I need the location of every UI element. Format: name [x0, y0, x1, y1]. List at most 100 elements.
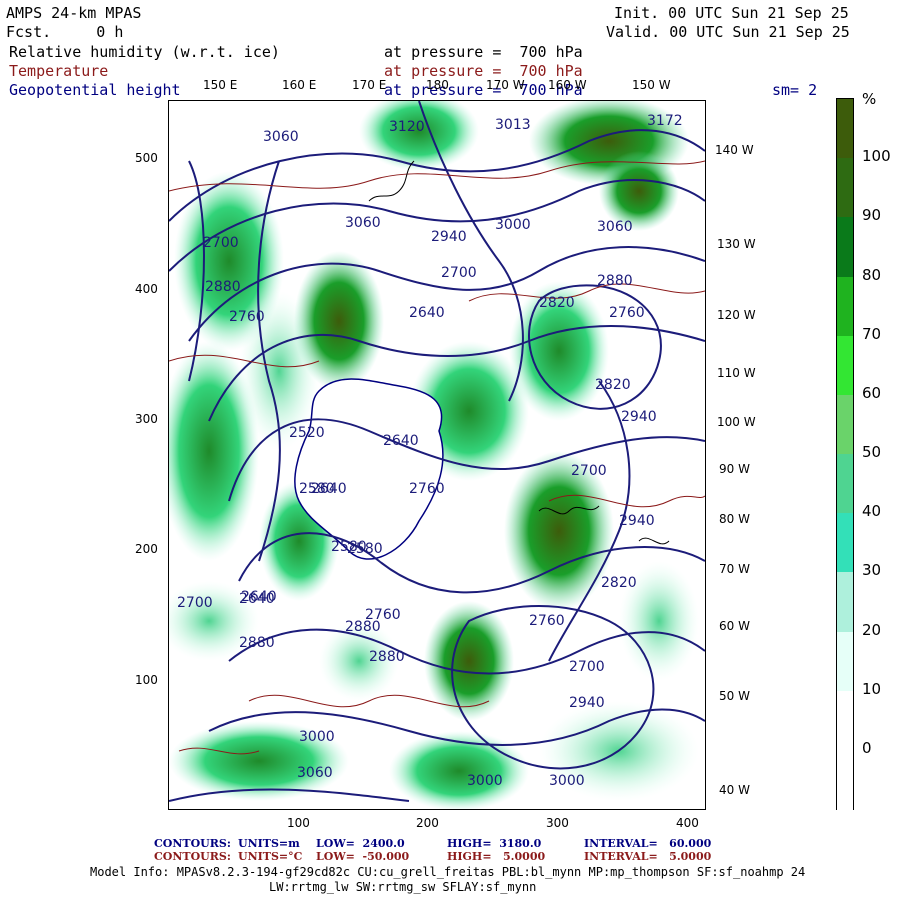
- x-tick-label: 200: [416, 816, 439, 830]
- lon-label-top: 160 E: [282, 78, 317, 92]
- footer-temp-interval: INTERVAL= 5.0000: [584, 850, 712, 863]
- contour-label: 3060: [345, 215, 381, 231]
- colorbar-tick-label: 30: [862, 561, 882, 580]
- contour-label: 2580: [347, 541, 383, 557]
- x-tick-label: 100: [287, 816, 310, 830]
- contour-label: 2700: [203, 235, 239, 251]
- colorbar-tick-label: 90: [862, 206, 882, 225]
- lon-label-right: 110 W: [717, 366, 756, 380]
- lon-label-top: 150 W: [632, 78, 671, 92]
- colorbar-segment: [837, 513, 853, 574]
- colorbar-tick-label: 10: [862, 679, 882, 698]
- footer-temp-units: UNITS=°C: [238, 850, 303, 863]
- model-info-2: LW:rrtmg_lw SW:rrtmg_sw SFLAY:sf_mynn: [269, 880, 537, 894]
- footer-temp-high: HIGH= 5.0000: [447, 850, 546, 863]
- footer-height-label: CONTOURS:: [154, 837, 231, 850]
- lon-label-top: 170 E: [352, 78, 387, 92]
- contour-label: 3000: [549, 773, 585, 789]
- footer-height-low: LOW= 2400.0: [316, 837, 405, 850]
- colorbar-segment: [837, 631, 853, 692]
- contour-label: 2700: [571, 463, 607, 479]
- contour-label: 2640: [383, 433, 419, 449]
- lon-label-right: 100 W: [717, 415, 756, 429]
- lon-label-top: 150 E: [203, 78, 238, 92]
- colorbar-tick-label: 80: [862, 265, 882, 284]
- contour-label: 2880: [205, 279, 241, 295]
- y-tick-label: 400: [135, 282, 158, 296]
- contour-label: 2700: [441, 265, 477, 281]
- contour-label: 2940: [621, 409, 657, 425]
- colorbar-segment: [837, 276, 853, 337]
- colorbar-segment: [837, 749, 853, 810]
- lon-label-right: 130 W: [717, 237, 756, 251]
- colorbar-segment: [837, 335, 853, 396]
- contour-label: 3060: [263, 129, 299, 145]
- y-tick-label: 200: [135, 542, 158, 556]
- model-info: Model Info: MPASv8.2.3-194-gf29cd82c CU:…: [90, 865, 806, 879]
- colorbar-segment: [837, 158, 853, 219]
- contour-label: 2880: [369, 649, 405, 665]
- y-tick-label: 500: [135, 151, 158, 165]
- contour-label: 2940: [569, 695, 605, 711]
- field-temp-name: Temperature: [9, 62, 109, 80]
- lon-label-right: 50 W: [719, 689, 750, 703]
- contour-label: 3000: [299, 729, 335, 745]
- contour-label: 3060: [597, 219, 633, 235]
- contour-label: 2640: [239, 591, 275, 607]
- contour-label: 3120: [389, 119, 425, 135]
- colorbar-tick-label: 60: [862, 383, 882, 402]
- map-canvas: 3060 3120 3013 3172 2940 3000 3060 3060 …: [169, 101, 705, 809]
- lon-label-top: 160 W: [548, 78, 587, 92]
- contour-label: 2760: [409, 481, 445, 497]
- contour-label: 2760: [229, 309, 265, 325]
- contour-label: 2700: [569, 659, 605, 675]
- lon-label-right: 120 W: [717, 308, 756, 322]
- x-tick-label: 300: [546, 816, 569, 830]
- contour-label: 2940: [431, 229, 467, 245]
- contour-label: 3060: [297, 765, 333, 781]
- lon-label-right: 60 W: [719, 619, 750, 633]
- footer-height-high: HIGH= 3180.0: [447, 837, 542, 850]
- lon-label-right: 70 W: [719, 562, 750, 576]
- colorbar-segment: [837, 394, 853, 455]
- valid-time: Valid. 00 UTC Sun 21 Sep 25: [606, 23, 850, 41]
- lon-label-right: 90 W: [719, 462, 750, 476]
- lon-label-right: 80 W: [719, 512, 750, 526]
- colorbar-tick-label: 50: [862, 443, 882, 461]
- contour-label: 2760: [609, 305, 645, 321]
- colorbar-segment: [837, 217, 853, 278]
- contour-label: 2820: [601, 575, 637, 591]
- footer-height-interval: INTERVAL= 60.000: [584, 837, 712, 850]
- contour-label: 2760: [529, 613, 565, 629]
- footer-height-units: UNITS=m: [238, 837, 300, 850]
- field-height-name: Geopotential height: [9, 81, 181, 99]
- contour-label: 2520: [289, 425, 325, 441]
- contour-label: 3000: [495, 217, 531, 233]
- init-time: Init. 00 UTC Sun 21 Sep 25: [614, 4, 849, 22]
- contour-label: 3013: [495, 117, 531, 133]
- field-temp-level: at pressure = 700 hPa: [384, 62, 583, 80]
- lon-label-right: 40 W: [719, 783, 750, 797]
- colorbar-segment: [837, 454, 853, 515]
- x-tick-label: 400: [676, 816, 699, 830]
- colorbar-tick-label: 100: [862, 147, 891, 166]
- field-rh-level: at pressure = 700 hPa: [384, 43, 583, 61]
- contour-label: 2880: [239, 635, 275, 651]
- contour-label: 2700: [177, 595, 213, 611]
- colorbar-tick-label: 20: [862, 620, 882, 639]
- footer-temp-low: LOW= -50.000: [316, 850, 410, 863]
- colorbar: [836, 98, 854, 810]
- contour-label: 2880: [597, 273, 633, 289]
- colorbar-segment: [837, 572, 853, 633]
- lon-label-top: 170 W: [486, 78, 525, 92]
- contour-label: 3000: [467, 773, 503, 789]
- contour-label: 2640: [311, 481, 347, 497]
- contour-label: 2820: [595, 377, 631, 393]
- model-title: AMPS 24-km MPAS: [6, 4, 142, 22]
- map-panel: 3060 3120 3013 3172 2940 3000 3060 3060 …: [168, 100, 706, 810]
- contour-label: 2940: [619, 513, 655, 529]
- colorbar-segment: [837, 99, 853, 160]
- contour-label: 2640: [409, 305, 445, 321]
- contour-label: 3172: [647, 113, 683, 129]
- lon-label-top: 180: [426, 78, 449, 92]
